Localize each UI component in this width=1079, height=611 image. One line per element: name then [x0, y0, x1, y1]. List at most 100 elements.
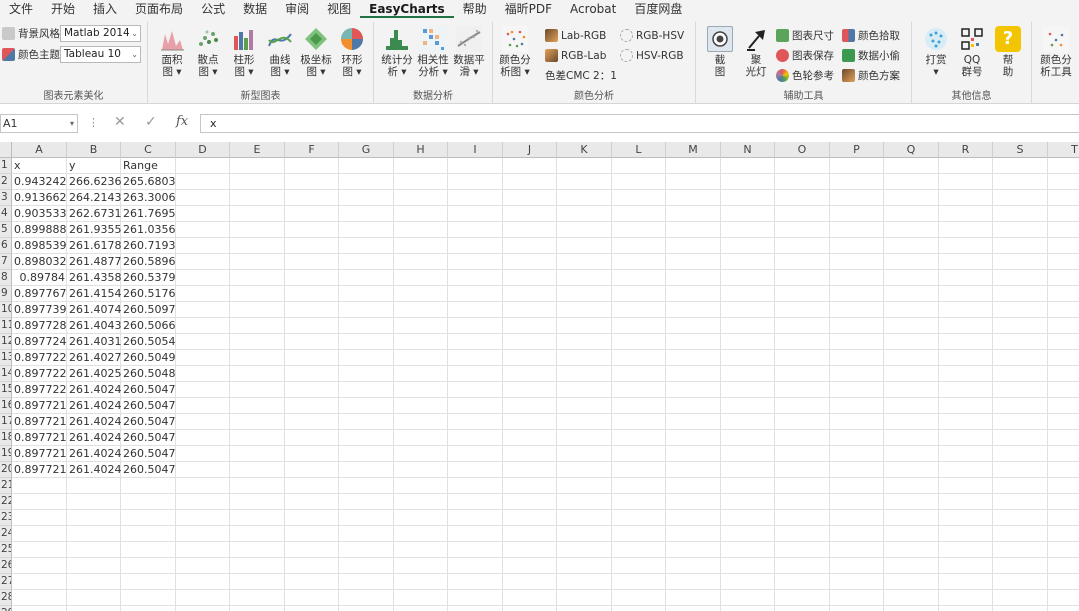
row-header-3[interactable]: 3 [0, 190, 12, 206]
data-cell[interactable]: 262.6731 [67, 206, 121, 222]
data-cell[interactable]: 0.897722 [12, 350, 67, 366]
data-cell[interactable]: 0.898539 [12, 238, 67, 254]
data-cell[interactable]: 260.5047 [121, 382, 176, 398]
menu-formulas[interactable]: 公式 [192, 0, 234, 18]
polar-chart-button[interactable]: 极坐标 图 ▾ [300, 26, 332, 78]
help-button[interactable]: ? 帮 助 [992, 26, 1024, 78]
row-header-25[interactable]: 25 [0, 542, 12, 558]
data-cell[interactable]: 0.897728 [12, 318, 67, 334]
data-thief-button[interactable]: 数据小偷 [842, 47, 900, 64]
data-cell[interactable]: 0.913662 [12, 190, 67, 206]
reward-button[interactable]: 打赏 ▾ [920, 26, 952, 78]
row-header-19[interactable]: 19 [0, 446, 12, 462]
menu-help[interactable]: 帮助 [454, 0, 496, 18]
row-header-14[interactable]: 14 [0, 366, 12, 382]
data-cell[interactable]: 261.4027 [67, 350, 121, 366]
row-header-16[interactable]: 16 [0, 398, 12, 414]
data-cell[interactable]: 260.5048 [121, 366, 176, 382]
row-header-23[interactable]: 23 [0, 510, 12, 526]
area-chart-button[interactable]: 面积 图 ▾ [156, 26, 188, 78]
column-header-m[interactable]: M [666, 142, 721, 158]
row-header-17[interactable]: 17 [0, 414, 12, 430]
data-cell[interactable]: 266.6236 [67, 174, 121, 190]
data-cell[interactable]: 0.897767 [12, 286, 67, 302]
header-cell[interactable]: x [12, 158, 67, 174]
spreadsheet-grid[interactable]: ABCDEFGHIJKLMNOPQRST12345678910111213141… [0, 142, 1079, 611]
row-header-12[interactable]: 12 [0, 334, 12, 350]
insert-function-icon[interactable]: fx [176, 114, 188, 129]
row-header-28[interactable]: 28 [0, 590, 12, 606]
correlation-analysis-button[interactable]: 相关性 分析 ▾ [417, 26, 449, 78]
column-header-a[interactable]: A [12, 142, 67, 158]
bg-style-select[interactable]: Matlab 2014 ⌄ [60, 25, 141, 42]
row-header-8[interactable]: 8 [0, 270, 12, 286]
column-header-d[interactable]: D [176, 142, 230, 158]
data-cell[interactable]: 260.5047 [121, 414, 176, 430]
data-cell[interactable]: 261.7695 [121, 206, 176, 222]
curve-chart-button[interactable]: 曲线 图 ▾ [264, 26, 296, 78]
row-header-11[interactable]: 11 [0, 318, 12, 334]
data-cell[interactable]: 260.5176 [121, 286, 176, 302]
menu-home[interactable]: 开始 [42, 0, 84, 18]
column-header-p[interactable]: P [830, 142, 884, 158]
data-cell[interactable]: 0.89784 [12, 270, 67, 286]
header-cell[interactable]: Range [121, 158, 176, 174]
chart-save-button[interactable]: 图表保存 [776, 47, 834, 64]
data-cell[interactable]: 0.897721 [12, 398, 67, 414]
column-header-k[interactable]: K [557, 142, 612, 158]
data-cell[interactable]: 260.5047 [121, 430, 176, 446]
data-cell[interactable]: 0.897721 [12, 414, 67, 430]
data-cell[interactable]: 261.4024 [67, 414, 121, 430]
color-tools-button[interactable]: 颜色分 析工具 [1040, 26, 1072, 78]
data-cell[interactable]: 0.898032 [12, 254, 67, 270]
data-cell[interactable]: 0.899888 [12, 222, 67, 238]
data-cell[interactable]: 261.6178 [67, 238, 121, 254]
color-diff-cmc-button[interactable]: 色差CMC 2：1 [545, 67, 617, 84]
stat-analysis-button[interactable]: 统计分 析 ▾ [381, 26, 413, 78]
menu-review[interactable]: 审阅 [276, 0, 318, 18]
color-pick-button[interactable]: 颜色拾取 [842, 27, 900, 44]
data-cell[interactable]: 0.897721 [12, 462, 67, 478]
row-header-15[interactable]: 15 [0, 382, 12, 398]
data-cell[interactable]: 260.5047 [121, 446, 176, 462]
row-header-7[interactable]: 7 [0, 254, 12, 270]
row-header-1[interactable]: 1 [0, 158, 12, 174]
ring-chart-button[interactable]: 环形 图 ▾ [336, 26, 368, 78]
chart-size-button[interactable]: 图表尺寸 [776, 27, 834, 44]
data-cell[interactable]: 261.9355 [67, 222, 121, 238]
data-cell[interactable]: 261.4074 [67, 302, 121, 318]
data-cell[interactable]: 261.4358 [67, 270, 121, 286]
menu-baidu-pan[interactable]: 百度网盘 [625, 0, 691, 18]
name-box[interactable]: A1 ▾ [0, 114, 78, 133]
data-cell[interactable]: 0.897722 [12, 382, 67, 398]
row-header-22[interactable]: 22 [0, 494, 12, 510]
data-cell[interactable]: 260.5054 [121, 334, 176, 350]
hsv-rgb-button[interactable]: HSV-RGB [620, 47, 684, 64]
column-header-j[interactable]: J [503, 142, 557, 158]
confirm-icon[interactable]: ✓ [145, 114, 157, 130]
screenshot-button[interactable]: 截 图 [704, 26, 736, 78]
row-header-2[interactable]: 2 [0, 174, 12, 190]
bar-chart-button[interactable]: 柱形 图 ▾ [228, 26, 260, 78]
row-header-27[interactable]: 27 [0, 574, 12, 590]
menu-foxit-pdf[interactable]: 福昕PDF [496, 0, 561, 18]
data-cell[interactable]: 265.6803 [121, 174, 176, 190]
data-cell[interactable]: 0.897722 [12, 366, 67, 382]
data-cell[interactable]: 261.4031 [67, 334, 121, 350]
menu-acrobat[interactable]: Acrobat [561, 0, 625, 18]
column-header-g[interactable]: G [339, 142, 394, 158]
data-cell[interactable]: 260.5047 [121, 398, 176, 414]
data-cell[interactable]: 260.5049 [121, 350, 176, 366]
lab-rgb-button[interactable]: Lab-RGB [545, 27, 606, 44]
spotlight-button[interactable]: 聚 光灯 [740, 26, 772, 78]
menu-file[interactable]: 文件 [0, 0, 42, 18]
row-header-24[interactable]: 24 [0, 526, 12, 542]
row-header-29[interactable]: 29 [0, 606, 12, 611]
row-header-20[interactable]: 20 [0, 462, 12, 478]
data-cell[interactable]: 261.4877 [67, 254, 121, 270]
row-header-13[interactable]: 13 [0, 350, 12, 366]
formula-input[interactable]: x [200, 114, 1079, 133]
data-cell[interactable]: 0.897739 [12, 302, 67, 318]
row-header-6[interactable]: 6 [0, 238, 12, 254]
data-cell[interactable]: 261.4043 [67, 318, 121, 334]
